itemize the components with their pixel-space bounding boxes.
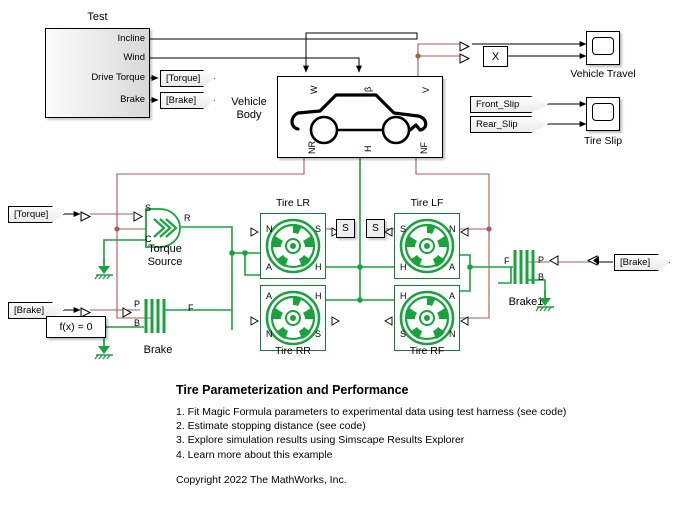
ps-port-lf-n[interactable] <box>460 224 470 242</box>
ps-port-rr-s[interactable] <box>331 313 341 331</box>
tire-rr-port-n: N <box>266 329 273 339</box>
ps-converter-travel-2[interactable] <box>459 51 471 69</box>
wire-incline-to-w <box>303 32 418 73</box>
wire-front-slip <box>548 101 587 127</box>
wire-incline <box>150 33 418 40</box>
tire-rf-port-a: A <box>449 291 456 301</box>
scope-screen-icon <box>592 37 614 55</box>
ps-port-lf-s[interactable] <box>384 224 394 242</box>
mechanical-ground-torque-icon[interactable] <box>93 258 117 285</box>
tire-rf-port-s: S <box>400 329 407 339</box>
test-block-title: Test <box>87 11 108 23</box>
ps-port-lr-n[interactable] <box>250 224 260 242</box>
annotation-step-4[interactable]: 4. Learn more about this example <box>176 448 566 462</box>
tire-lr-port-n: N <box>266 224 273 234</box>
test-port-incline: Incline <box>117 33 145 44</box>
brake-port-p: P <box>134 299 141 309</box>
tire-lf-port-a: A <box>449 262 456 272</box>
sensor-block-lf[interactable]: S <box>366 219 385 238</box>
from-tag-rear-slip[interactable]: Rear_Slip <box>470 116 548 133</box>
brake1-port-b: B <box>538 272 545 282</box>
from-tag-torque[interactable]: [Torque] <box>8 206 64 223</box>
vb-port-nf: NF <box>419 142 429 154</box>
tire-rf-port-h: H <box>400 291 407 301</box>
tire-rr-port-s: S <box>315 329 322 339</box>
brake-label: Brake <box>143 344 173 356</box>
simulink-ps-converter-torque[interactable] <box>80 209 92 227</box>
tire-lf-label: Tire LF <box>410 197 444 209</box>
ps-port-brake-p[interactable] <box>122 305 133 323</box>
vb-port-nr: NR <box>307 141 317 154</box>
brake-block[interactable] <box>142 299 166 338</box>
tire-lr-port-s: S <box>315 224 322 234</box>
tire-lf-port-s: S <box>400 224 407 234</box>
ps-port-rf-s[interactable] <box>384 313 394 331</box>
simulink-ps-converter-brake1[interactable] <box>586 253 600 271</box>
tire-lr-label: Tire LR <box>275 197 311 209</box>
test-port-wind: Wind <box>123 52 145 63</box>
vehicle-body-label: Vehicle Body <box>231 96 267 121</box>
brake-plates-icon <box>144 299 166 333</box>
annotation-title: Tire Parameterization and Performance <box>176 383 409 397</box>
test-port-drive-torque: Drive Torque <box>91 72 145 83</box>
wire-vehicle-v <box>415 43 463 76</box>
vb-port-h: H <box>363 145 373 153</box>
tire-rr-label: Tire RR <box>275 345 311 357</box>
scope-tire-slip-label: Tire Slip <box>583 135 623 147</box>
ps-port-torque-s[interactable] <box>133 209 144 227</box>
wire-wind <box>150 57 362 73</box>
torque-source-port-s: S <box>145 203 152 213</box>
x-gain-block[interactable]: X <box>483 46 508 67</box>
brake-port-b: B <box>134 318 141 328</box>
tire-rf-label: Tire RF <box>409 345 445 357</box>
vb-port-w: W <box>309 85 319 95</box>
tire-rr-port-a: A <box>266 291 273 301</box>
from-tag-front-slip[interactable]: Front_Slip <box>470 96 548 113</box>
brake1-port-p: P <box>538 255 545 265</box>
goto-tag-torque[interactable]: [Torque] <box>160 70 215 87</box>
vb-port-beta: β <box>363 86 373 92</box>
mechanical-ground-brake1-icon[interactable] <box>534 290 558 317</box>
scope-vehicle-travel-label: Vehicle Travel <box>570 68 636 80</box>
ps-port-rr-n[interactable] <box>250 313 260 331</box>
scope-vehicle-travel[interactable] <box>586 31 620 65</box>
simulink-canvas: Test Incline Wind Drive Torque Brake [To… <box>0 0 677 509</box>
brake1-block[interactable] <box>512 250 536 289</box>
car-silhouette-icon <box>290 93 428 145</box>
from-tag-brake1[interactable]: [Brake] <box>614 254 670 271</box>
annotation-step-3[interactable]: 3. Explore simulation results using Sims… <box>176 433 566 447</box>
test-port-brake: Brake <box>120 94 145 105</box>
mechanical-ground-brake-icon[interactable] <box>93 338 117 365</box>
annotation-steps: 1. Fit Magic Formula parameters to exper… <box>176 405 566 462</box>
annotation-step-2[interactable]: 2. Estimate stopping distance (see code) <box>176 419 566 433</box>
tire-lr-port-a: A <box>266 262 273 272</box>
goto-tag-brake[interactable]: [Brake] <box>160 92 215 109</box>
torque-source-port-r: R <box>184 213 191 223</box>
brake-plates-icon <box>513 250 535 284</box>
brake-port-f: F <box>188 303 194 313</box>
ps-port-rf-n[interactable] <box>460 313 470 331</box>
tire-lf-port-n: N <box>449 224 456 234</box>
annotation-step-1[interactable]: 1. Fit Magic Formula parameters to exper… <box>176 405 566 419</box>
scope-tire-slip[interactable] <box>586 97 620 131</box>
sensor-block-lr[interactable]: S <box>336 219 355 238</box>
vb-port-v: V <box>421 86 431 93</box>
brake1-port-f: F <box>504 256 510 266</box>
tire-lr-port-h: H <box>315 262 322 272</box>
tire-rr-port-h: H <box>315 291 322 301</box>
tire-rf-port-n: N <box>449 329 456 339</box>
tire-lf-port-h: H <box>400 262 407 272</box>
torque-source-label: Torque Source <box>147 243 183 268</box>
scope-screen-icon <box>592 103 614 121</box>
solver-configuration-block[interactable]: f(x) = 0 <box>46 316 106 338</box>
ps-port-brake1-p[interactable] <box>548 253 560 271</box>
annotation-copyright: Copyright 2022 The MathWorks, Inc. <box>176 474 347 486</box>
